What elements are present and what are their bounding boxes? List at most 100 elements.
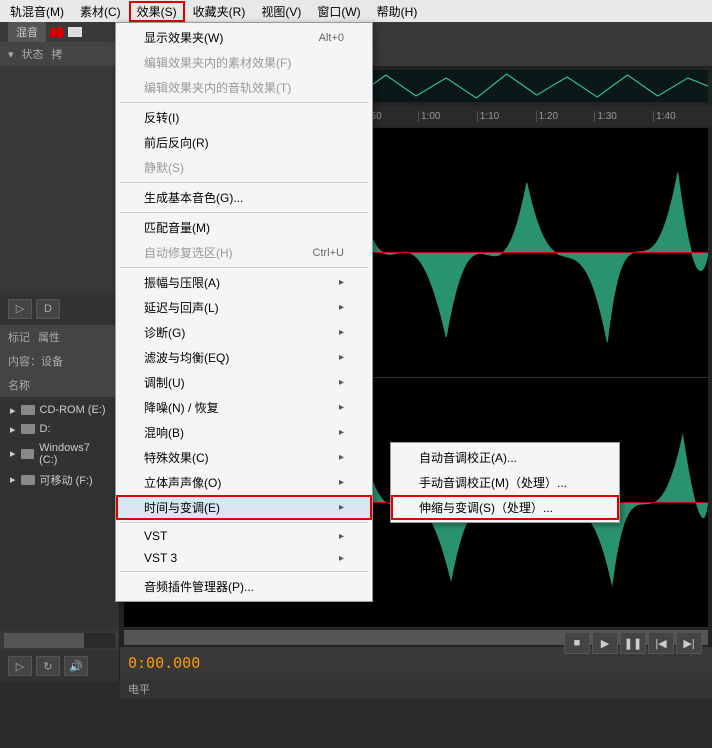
menu-favorites[interactable]: 收藏夹(R) [185, 1, 254, 22]
menu-label: 特殊效果(C) [144, 449, 209, 466]
status-col2: 拷 [52, 46, 63, 62]
play-button[interactable]: ▶ [592, 632, 618, 654]
menu-auto-heal: 自动修复选区(H)Ctrl+U [116, 240, 372, 265]
menu-edit-clip-effects: 编辑效果夹内的素材效果(F) [116, 50, 372, 75]
pause-button[interactable]: ❚❚ [620, 632, 646, 654]
ruler-tick: 1:20 [536, 111, 595, 122]
play-icon[interactable]: ▷ [8, 299, 32, 319]
menu-label: 编辑效果夹内的音轨效果(T) [144, 79, 291, 96]
drive-icon [21, 449, 35, 459]
submenu-arrow-icon: ▸ [339, 302, 344, 313]
menu-delay[interactable]: 延迟与回声(L) ▸ [116, 295, 372, 320]
time-pitch-submenu: 自动音调校正(A)... 手动音调校正(M)（处理）... 伸缩与变调(S)（处… [390, 442, 620, 523]
ruler-tick: 1:00 [418, 111, 477, 122]
menu-clip[interactable]: 素材(C) [72, 1, 129, 22]
menu-help[interactable]: 帮助(H) [369, 1, 426, 22]
loop-icon[interactable]: D [36, 299, 60, 319]
menu-noise[interactable]: 降噪(N) / 恢复▸ [116, 395, 372, 420]
menu-modulation[interactable]: 调制(U)▸ [116, 370, 372, 395]
submenu-stretch-pitch[interactable]: 伸缩与变调(S)（处理）... [391, 495, 619, 520]
submenu-arrow-icon: ▸ [339, 477, 344, 488]
color-chip-white [68, 27, 82, 37]
menu-vst[interactable]: VST▸ [116, 525, 372, 547]
toolbar-tab-mix[interactable]: 混音 [8, 22, 46, 42]
menu-label: 音频插件管理器(P)... [144, 578, 254, 595]
name-header: 名称 [8, 377, 30, 393]
drive-item[interactable]: ▸CD-ROM (E:) [4, 401, 115, 420]
level-panel: 电平 [120, 679, 712, 699]
content-label: 内容：设备 [8, 353, 63, 369]
scrollbar-thumb[interactable] [4, 633, 84, 648]
menu-time-pitch[interactable]: 时间与变调(E)▸ [116, 495, 372, 520]
content-header: 内容：设备 [0, 349, 119, 373]
drive-item[interactable]: ▸Windows7 (C:) [4, 439, 115, 469]
marker-tab[interactable]: 标记 [8, 329, 30, 345]
menu-filter[interactable]: 滤波与均衡(EQ) ▸ [116, 345, 372, 370]
menu-label: 滤波与均衡(EQ) [144, 349, 229, 366]
menu-separator [120, 102, 368, 103]
expand-icon: ▸ [10, 447, 16, 460]
submenu-arrow-icon: ▸ [339, 427, 344, 438]
menu-separator [120, 571, 368, 572]
name-column-header: 名称 [0, 373, 119, 397]
loop-small-icon[interactable]: ↻ [36, 656, 60, 676]
menu-edit-track-effects: 编辑效果夹内的音轨效果(T) [116, 75, 372, 100]
menu-amplitude[interactable]: 振幅与压限(A)▸ [116, 270, 372, 295]
menu-diagnostics[interactable]: 诊断(G)▸ [116, 320, 372, 345]
menu-reverse[interactable]: 前后反向(R) [116, 130, 372, 155]
submenu-arrow-icon: ▸ [339, 377, 344, 388]
menu-match-volume[interactable]: 匹配音量(M) [116, 215, 372, 240]
menu-label: 前后反向(R) [144, 134, 209, 151]
submenu-arrow-icon: ▸ [339, 327, 344, 338]
menu-label: 手动音调校正(M)（处理）... [419, 474, 567, 491]
drive-label: 可移动 (F:) [40, 472, 93, 488]
menu-label: 延迟与回声(L) [144, 299, 219, 316]
menu-plugin-manager[interactable]: 音频插件管理器(P)... [116, 574, 372, 599]
play-small-icon[interactable]: ▷ [8, 656, 32, 676]
level-label: 电平 [128, 684, 150, 696]
menu-label: 自动修复选区(H) [144, 244, 233, 261]
submenu-arrow-icon: ▸ [339, 277, 344, 288]
drive-list: ▸CD-ROM (E:) ▸D: ▸Windows7 (C:) ▸ 可移动 (F:… [0, 397, 119, 632]
menu-invert[interactable]: 反转(I) [116, 105, 372, 130]
next-button[interactable]: ▶| [676, 632, 702, 654]
menu-shortcut: Alt+0 [319, 32, 344, 44]
transport-controls: ■ ▶ ❚❚ |◀ ▶| [564, 632, 702, 654]
ruler-tick: 1:30 [594, 111, 653, 122]
menu-generate-tone[interactable]: 生成基本音色(G)... [116, 185, 372, 210]
submenu-auto-pitch[interactable]: 自动音调校正(A)... [391, 445, 619, 470]
media-btn-row: ▷ ↻ 🔊 [0, 650, 119, 682]
stop-button[interactable]: ■ [564, 632, 590, 654]
menu-label: VST 3 [144, 551, 177, 565]
left-scrollbar[interactable] [4, 633, 115, 648]
menu-window[interactable]: 窗口(W) [309, 1, 368, 22]
panel-btn-row: ▷ D [0, 293, 119, 325]
status-header: ▾ 状态 拷 [0, 42, 119, 66]
menu-show-effects[interactable]: 显示效果夹(W) Alt+0 [116, 25, 372, 50]
menu-trackmix[interactable]: 轨混音(M) [2, 1, 72, 22]
submenu-manual-pitch[interactable]: 手动音调校正(M)（处理）... [391, 470, 619, 495]
drive-item[interactable]: ▸D: [4, 420, 115, 439]
ruler-tick: 1:40 [653, 111, 712, 122]
menu-stereo[interactable]: 立体声声像(O)▸ [116, 470, 372, 495]
color-chip-red [50, 27, 64, 37]
menu-vst3[interactable]: VST 3▸ [116, 547, 372, 569]
menu-separator [120, 182, 368, 183]
speaker-icon[interactable]: 🔊 [64, 656, 88, 676]
properties-tab[interactable]: 属性 [38, 329, 60, 345]
prev-button[interactable]: |◀ [648, 632, 674, 654]
marker-tabs: 标记 属性 [0, 325, 119, 349]
chevron-down-icon: ▾ [8, 48, 14, 61]
expand-icon: ▸ [10, 423, 16, 436]
drive-item[interactable]: ▸ 可移动 (F:) [4, 469, 115, 491]
submenu-arrow-icon: ▸ [339, 352, 344, 363]
menu-special[interactable]: 特殊效果(C)▸ [116, 445, 372, 470]
menu-reverb[interactable]: 混响(B)▸ [116, 420, 372, 445]
submenu-arrow-icon: ▸ [339, 531, 344, 542]
menu-label: 显示效果夹(W) [144, 29, 223, 46]
menu-effects[interactable]: 效果(S) [129, 1, 185, 22]
menu-silence: 静默(S) [116, 155, 372, 180]
menu-view[interactable]: 视图(V) [253, 1, 309, 22]
expand-icon: ▸ [10, 473, 16, 486]
menu-label: 静默(S) [144, 159, 184, 176]
